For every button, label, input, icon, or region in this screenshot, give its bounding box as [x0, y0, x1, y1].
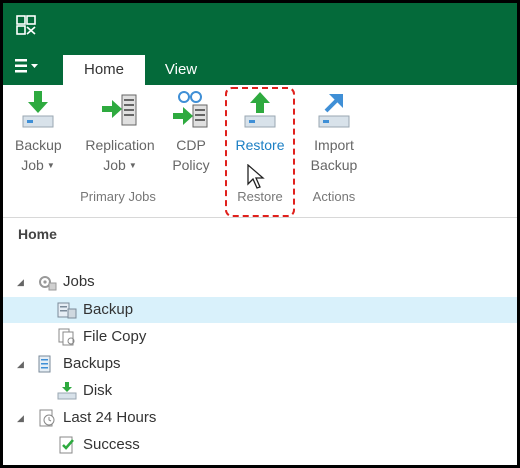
app-window: Home View Backup Job ▼ Replication Job ▼… — [0, 0, 520, 468]
backup-job-label-line1: Backup — [15, 137, 62, 153]
cdp-policy-label-line1: CDP — [176, 137, 206, 153]
file-copy-icon — [58, 328, 75, 346]
replication-job-button[interactable]: Replication Job ▼ — [77, 89, 163, 176]
tab-view[interactable]: View — [153, 55, 209, 85]
cdp-policy-label-line2: Policy — [172, 157, 210, 173]
cdp-policy-button[interactable]: CDP Policy — [166, 89, 216, 175]
veeam-logo-icon — [16, 15, 36, 35]
tree-item-backup[interactable]: Backup — [3, 297, 517, 323]
tree-item-label: Backup — [83, 301, 134, 318]
import-backup-label-line1: Import — [314, 137, 354, 153]
expand-arrow-icon[interactable]: ◢ — [17, 405, 24, 431]
tree-item-backups[interactable]: ◢ Backups — [3, 351, 517, 377]
cdp-policy-icon — [173, 91, 208, 128]
ribbon-group-actions: Actions — [312, 189, 356, 204]
restore-highlight-box — [225, 87, 295, 217]
tab-home[interactable]: Home — [63, 55, 145, 85]
disk-icon — [57, 382, 77, 400]
replication-job-label-line2: Job ▼ — [103, 157, 137, 173]
tree-item-last-24-hours[interactable]: ◢ Last 24 Hours — [3, 405, 517, 431]
last-24-hours-icon — [39, 409, 55, 427]
dropdown-arrow-icon: ▼ — [128, 161, 137, 171]
jobs-icon — [39, 276, 57, 291]
tree-item-label: Success — [83, 436, 140, 453]
tree-item-disk[interactable]: Disk — [3, 378, 517, 404]
tree-item-label: Jobs — [63, 273, 95, 290]
ribbon-tab-bar: Home View — [3, 47, 517, 85]
tree-item-jobs[interactable]: ◢ Jobs — [3, 269, 517, 295]
import-backup-icon — [318, 94, 350, 128]
dropdown-arrow-icon: ▼ — [46, 161, 55, 171]
backup-job-button[interactable]: Backup Job ▼ — [15, 89, 62, 176]
main-menu-button[interactable] — [13, 56, 43, 76]
tree-item-label: Backups — [63, 355, 121, 372]
tree-item-label: File Copy — [83, 328, 147, 345]
import-backup-label-line2: Backup — [310, 157, 358, 173]
replication-job-icon — [102, 94, 137, 126]
tree-item-file-copy[interactable]: File Copy — [3, 324, 517, 350]
tree-item-label: Disk — [83, 382, 113, 399]
expand-arrow-icon[interactable]: ◢ — [17, 269, 24, 295]
backup-job-icon — [22, 91, 54, 128]
title-bar — [3, 3, 517, 47]
mouse-cursor-icon — [247, 164, 265, 189]
tree-item-success[interactable]: Success — [3, 432, 517, 458]
navigation-title: Home — [18, 226, 57, 242]
tree-item-label: Last 24 Hours — [63, 409, 157, 426]
backup-job-node-icon — [57, 302, 77, 319]
import-backup-button[interactable]: Import Backup — [303, 89, 365, 175]
expand-arrow-icon[interactable]: ◢ — [17, 351, 24, 377]
replication-job-label-line1: Replication — [85, 137, 155, 153]
ribbon-group-primary-jobs: Primary Jobs — [80, 189, 156, 204]
backups-icon — [38, 355, 51, 373]
hamburger-menu-icon — [15, 59, 38, 73]
backup-job-label-line2: Job ▼ — [21, 157, 55, 173]
success-icon — [59, 436, 74, 454]
